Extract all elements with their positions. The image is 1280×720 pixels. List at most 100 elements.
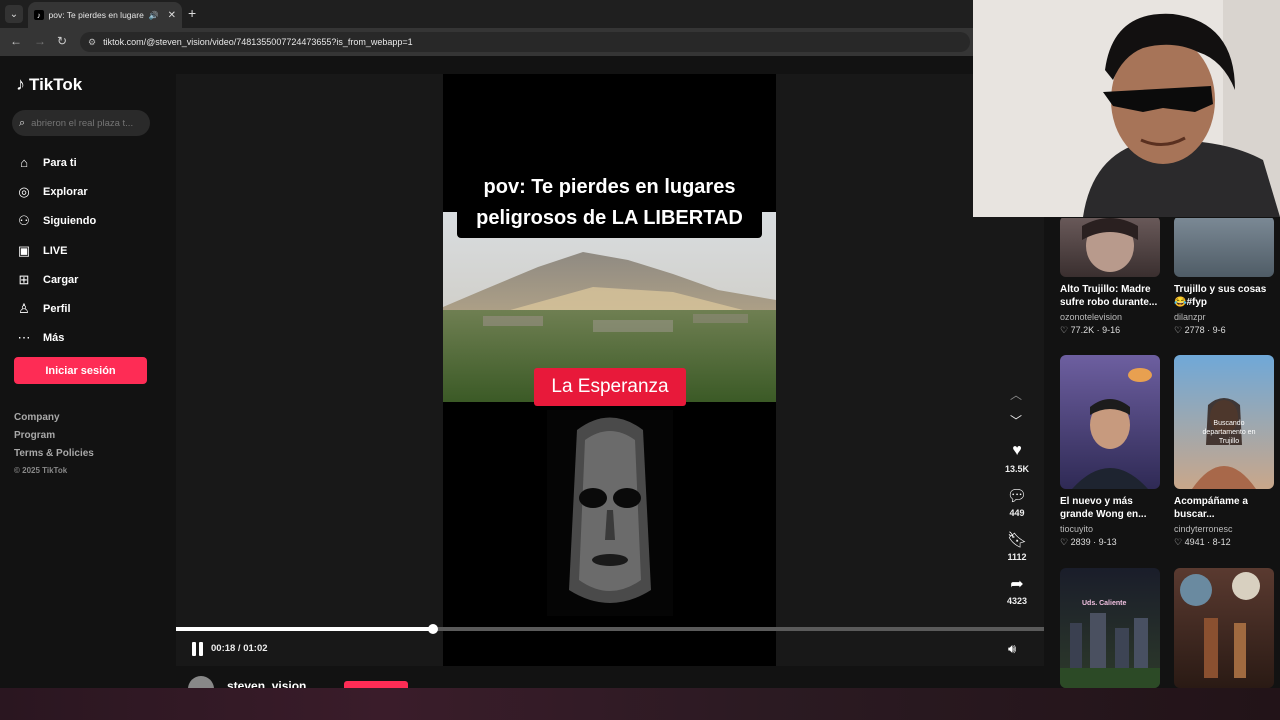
sidebar-item-para-ti[interactable]: ⌂ Para ti: [16, 148, 96, 177]
related-card[interactable]: Trujillo y sus cosas 😂#fyp dilanzpr ♡ 27…: [1174, 218, 1274, 336]
related-title: Trujillo y sus cosas 😂#fyp: [1174, 284, 1267, 308]
volume-icon[interactable]: 🔊︎: [1008, 641, 1016, 657]
sidebar: ♪ TikTok ⌕ ⌂ Para ti ◎ Explorar ⚇ Siguie…: [0, 56, 166, 688]
video-thumbnail[interactable]: [1174, 218, 1274, 277]
tiktok-note-icon: ♪: [16, 74, 25, 94]
place-label: La Esperanza: [534, 368, 686, 406]
search-input[interactable]: [31, 117, 140, 129]
footer-link-program[interactable]: Program: [14, 430, 94, 448]
comment-action[interactable]: 💬︎ 449: [998, 486, 1036, 518]
sidebar-item-explorar[interactable]: ◎ Explorar: [16, 177, 96, 206]
sidebar-item-live[interactable]: ▣ LIVE: [16, 236, 96, 265]
footer-links: Company Program Terms & Policies © 2025 …: [14, 412, 94, 484]
logo-text: TikTok: [29, 74, 83, 94]
video-thumbnail[interactable]: Buscando departamento en Trujillo: [1174, 355, 1274, 489]
caption-line-2: peligrosos de LA LIBERTAD: [476, 207, 743, 229]
sidebar-item-label: Perfil: [43, 303, 71, 316]
related-meta: ♡ 2778 · 9-6: [1174, 325, 1226, 335]
close-tab-icon[interactable]: ✕: [168, 10, 176, 21]
home-icon: ⌂: [20, 155, 28, 171]
sidebar-item-label: Explorar: [43, 185, 88, 198]
follow-button[interactable]: [344, 681, 408, 688]
related-author[interactable]: cindyterronesc: [1174, 524, 1274, 534]
share-icon: ➦: [1010, 576, 1024, 593]
related-card[interactable]: Alto Trujillo: Madre sufre robo durante.…: [1060, 218, 1160, 336]
reload-icon[interactable]: ↻: [57, 34, 67, 48]
thumbnail-overlay-text: Buscando departamento en Trujillo: [1202, 420, 1256, 445]
related-card[interactable]: Buscando departamento en Trujillo Acompá…: [1174, 355, 1274, 548]
tiktok-logo[interactable]: ♪ TikTok: [16, 74, 82, 95]
related-videos: Alto Trujillo: Madre sufre robo durante.…: [1044, 218, 1280, 688]
share-count: 4323: [1006, 596, 1028, 606]
avatar[interactable]: [188, 676, 214, 688]
footer-link-terms[interactable]: Terms & Policies: [14, 448, 94, 466]
sidebar-item-cargar[interactable]: ⊞ Cargar: [16, 265, 96, 294]
url-text: tiktok.com/@steven_vision/video/74813550…: [103, 37, 413, 47]
related-title: Alto Trujillo: Madre sufre robo durante.…: [1060, 284, 1158, 308]
related-author[interactable]: dilanzpr: [1174, 312, 1274, 322]
related-author[interactable]: tiocuyito: [1060, 524, 1160, 534]
related-card[interactable]: [1174, 568, 1274, 688]
live-icon: ▣: [17, 242, 31, 258]
search-box[interactable]: ⌕: [12, 110, 150, 136]
related-meta: ♡ 77.2K · 9-16: [1060, 325, 1121, 335]
video-frame[interactable]: pov: Te pierdes en lugares peligrosos de…: [443, 74, 776, 666]
related-meta: ♡ 4941 · 8-12: [1174, 537, 1231, 547]
bookmark-icon: 🔖︎: [1006, 532, 1028, 549]
video-backdrop-left: [176, 74, 443, 666]
sidebar-item-perfil[interactable]: ♙ Perfil: [16, 294, 96, 323]
back-icon[interactable]: ←: [10, 34, 22, 48]
progress-handle[interactable]: [427, 624, 438, 634]
webcam-overlay-image: [973, 0, 1280, 217]
tab-list-chevron-icon[interactable]: ⌄: [5, 5, 23, 23]
caption-line-1: pov: Te pierdes en lugares: [483, 176, 736, 198]
like-count: 13.5K: [1004, 464, 1030, 474]
share-action[interactable]: ➦ 4323: [998, 574, 1036, 606]
previous-video-chevron-up-icon[interactable]: ︿: [1010, 386, 1022, 403]
comment-count: 449: [1009, 508, 1025, 518]
sidebar-item-label: Siguiendo: [43, 215, 97, 228]
sidebar-item-label: Cargar: [43, 273, 79, 286]
upload-icon: ⊞: [18, 271, 30, 287]
related-meta: ♡ 2839 · 9-13: [1060, 537, 1117, 547]
video-thumbnail[interactable]: [1174, 568, 1274, 688]
sidebar-item-label: LIVE: [43, 244, 68, 257]
site-settings-icon[interactable]: ⚙: [88, 37, 96, 48]
author-row: steven_vision: [176, 666, 1044, 688]
save-count: 1112: [1007, 552, 1027, 562]
sidebar-item-label: Más: [43, 332, 65, 345]
video-caption-overlay: pov: Te pierdes en lugares peligrosos de…: [457, 172, 762, 238]
video-thumbnail[interactable]: [1060, 218, 1160, 277]
time-display: 00:18 / 01:02: [211, 643, 268, 654]
related-card[interactable]: Uds. Caliente: [1060, 568, 1160, 688]
new-tab-button[interactable]: +: [188, 5, 196, 21]
sidebar-item-mas[interactable]: ⋯ Más: [16, 324, 96, 353]
speaker-icon[interactable]: 🔊: [149, 11, 159, 20]
more-icon: ⋯: [17, 330, 31, 346]
related-author[interactable]: ozonotelevision: [1060, 312, 1160, 322]
related-card[interactable]: El nuevo y más grande Wong en... tiocuyi…: [1060, 355, 1160, 548]
sidebar-item-siguiendo[interactable]: ⚇ Siguiendo: [16, 207, 96, 236]
progress-fill: [176, 627, 433, 631]
login-button[interactable]: Iniciar sesión: [14, 357, 147, 384]
footer-link-company[interactable]: Company: [14, 412, 94, 430]
like-action[interactable]: ♥ 13.5K: [998, 442, 1036, 474]
video-thumbnail[interactable]: Uds. Caliente: [1060, 568, 1160, 688]
heart-icon: ♥: [1012, 442, 1022, 459]
tab-title: pov: Te pierdes en lugares p: [48, 10, 144, 20]
browser-tab[interactable]: ♪ pov: Te pierdes en lugares p 🔊 ✕: [28, 2, 182, 28]
save-action[interactable]: 🔖︎ 1112: [998, 530, 1036, 562]
profile-icon: ♙: [18, 301, 30, 317]
thumbnail-overlay-text: Uds. Caliente: [1082, 600, 1127, 607]
author-name[interactable]: steven_vision: [227, 679, 306, 688]
search-icon: ⌕: [19, 116, 26, 129]
next-video-chevron-down-icon[interactable]: ﹀: [1010, 412, 1022, 429]
pause-icon[interactable]: [191, 642, 205, 656]
video-thumbnail[interactable]: [1060, 355, 1160, 489]
progress-bar[interactable]: [176, 624, 1044, 634]
address-bar[interactable]: ⚙ tiktok.com/@steven_vision/video/748135…: [80, 32, 970, 52]
related-title: El nuevo y más grande Wong en...: [1060, 496, 1147, 520]
forward-icon[interactable]: →: [34, 34, 46, 48]
sidebar-item-label: Para ti: [43, 156, 77, 169]
copyright: © 2025 TikTok: [14, 466, 68, 475]
